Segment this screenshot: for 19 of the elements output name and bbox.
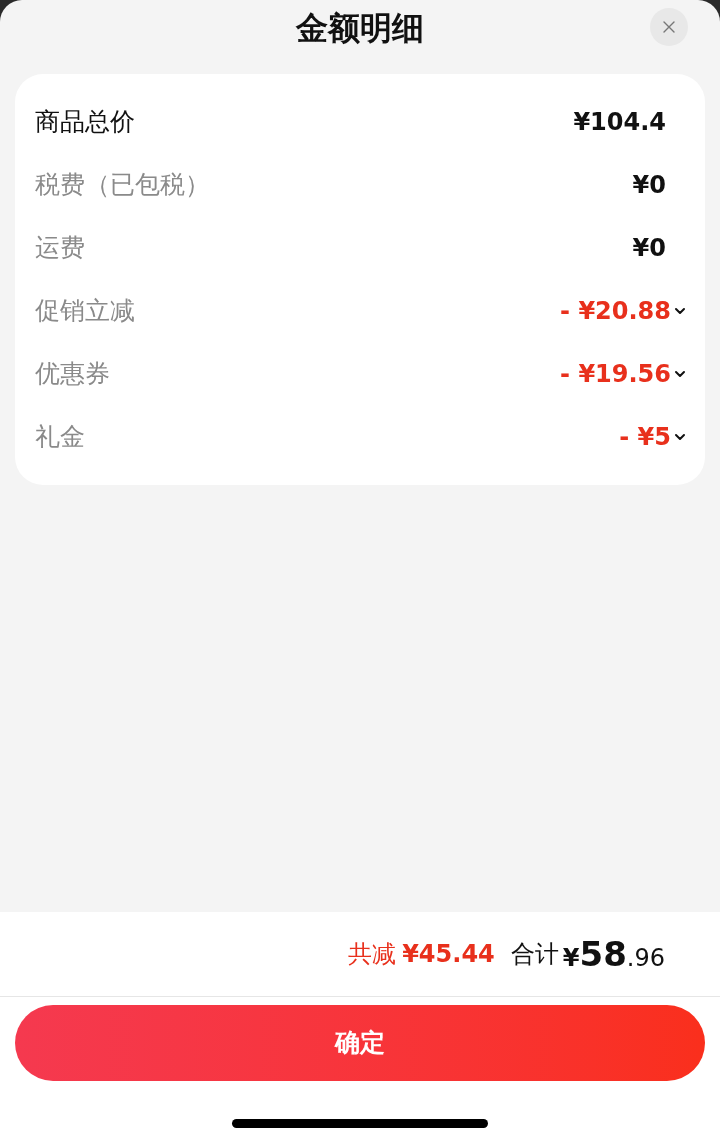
savings-amount: ¥45.44 [402,939,495,970]
price-label: 促销立减 [35,294,135,327]
price-value: ¥104.4 [573,106,666,138]
confirm-button[interactable]: 确定 [15,1005,705,1081]
close-icon [663,21,675,33]
price-label: 商品总价 [35,105,135,138]
price-value: ¥0 [632,169,666,201]
total-label: 合计 [510,939,559,970]
price-label: 礼金 [35,420,85,453]
price-label: 税费（已包税） [35,168,210,201]
price-value: - ¥5 [619,421,671,453]
savings-label: 共减 [348,939,397,970]
sheet-title: 金额明细 [296,11,424,44]
price-value: ¥0 [632,232,666,264]
price-label: 优惠券 [35,357,110,390]
price-value: - ¥19.56 [560,358,671,390]
total-amount: ¥58.96 [562,937,665,971]
price-value: - ¥20.88 [560,295,671,327]
price-label: 运费 [35,231,85,264]
